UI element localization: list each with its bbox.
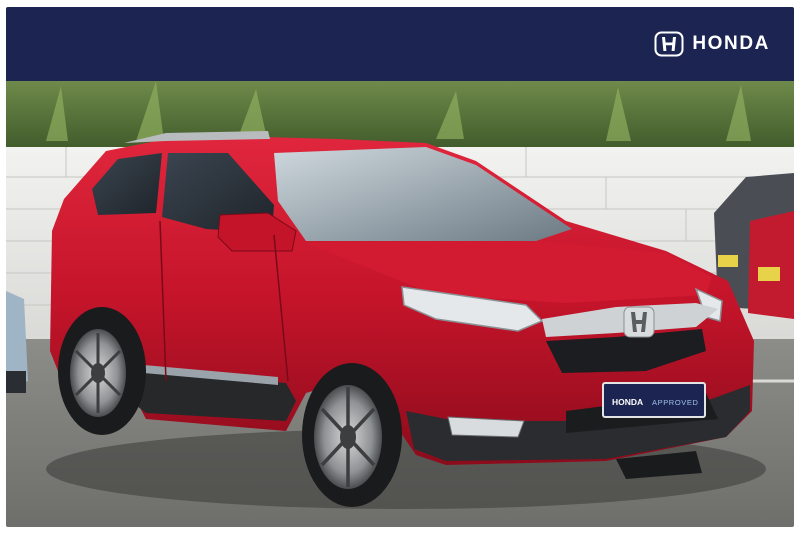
honda-h-logo-icon	[654, 31, 684, 57]
plate-label: APPROVED	[652, 398, 698, 407]
plate-brand: HONDA	[612, 397, 643, 407]
rear-wheel	[58, 307, 146, 435]
hedge-background	[6, 81, 794, 151]
honda-badge	[623, 306, 655, 338]
front-wheel	[302, 363, 402, 507]
brand-lockup: HONDA	[654, 31, 770, 57]
fog-light	[447, 416, 525, 438]
license-plate: HONDA APPROVED	[602, 382, 706, 418]
brand-header-bar: HONDA	[6, 7, 794, 81]
car-photo: HONDA APPROVED	[6, 81, 794, 527]
listing-image-frame: HONDA HONDA APPROVED	[6, 7, 794, 527]
brand-wordmark: HONDA	[692, 33, 770, 54]
